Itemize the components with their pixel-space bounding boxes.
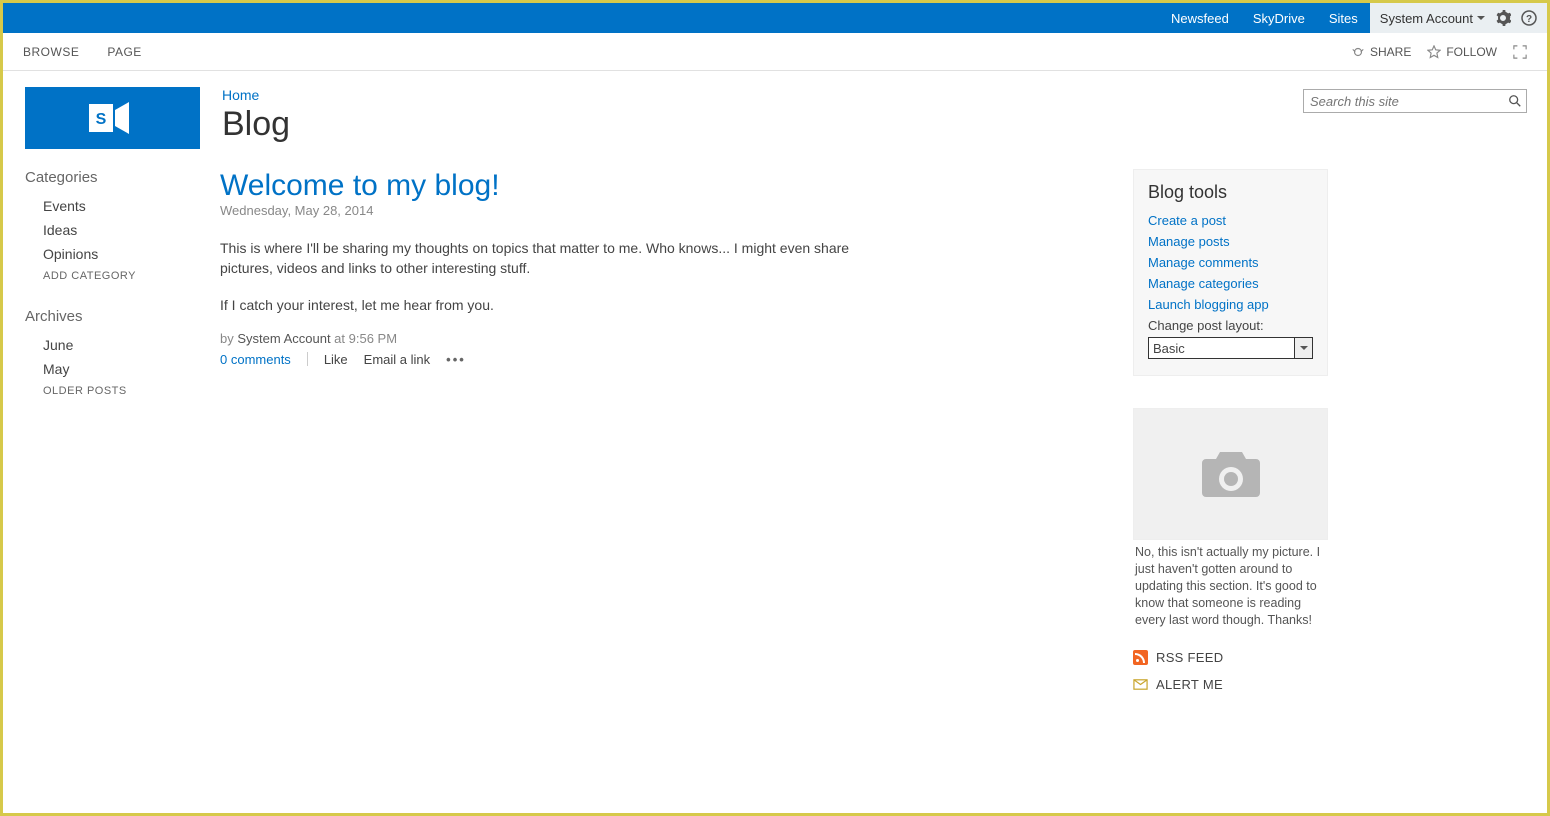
camera-icon (1196, 447, 1266, 502)
sharepoint-icon: S (89, 96, 137, 140)
gear-icon[interactable] (1495, 10, 1511, 26)
post-paragraph: This is where I'll be sharing my thought… (220, 238, 860, 279)
ribbon-actions: SHARE FOLLOW (1351, 45, 1527, 59)
star-icon (1427, 45, 1441, 59)
older-posts-button[interactable]: OLDER POSTS (25, 381, 200, 401)
by-label: by (220, 331, 237, 346)
post-time: 9:56 PM (349, 331, 397, 346)
alert-me-link[interactable]: ALERT ME (1133, 677, 1328, 692)
ribbon: BROWSE PAGE SHARE FOLLOW (3, 33, 1547, 71)
about-image-placeholder (1134, 409, 1327, 539)
suite-bar: Newsfeed SkyDrive Sites System Account ? (3, 3, 1547, 33)
layout-select[interactable]: Basic (1148, 337, 1313, 359)
chevron-down-icon (1300, 346, 1308, 350)
svg-text:S: S (95, 111, 106, 128)
alert-label: ALERT ME (1156, 677, 1223, 692)
ribbon-tab-page[interactable]: PAGE (107, 45, 141, 59)
content: Categories Events Ideas Opinions ADD CAT… (3, 149, 1547, 724)
about-text: No, this isn't actually my picture. I ju… (1133, 540, 1328, 628)
post-body: This is where I'll be sharing my thought… (220, 238, 860, 315)
layout-value: Basic (1153, 341, 1185, 356)
svg-text:?: ? (1526, 14, 1532, 25)
page-title: Blog (222, 105, 1303, 144)
follow-button[interactable]: FOLLOW (1427, 45, 1497, 59)
email-link-button[interactable]: Email a link (364, 352, 430, 367)
category-item[interactable]: Ideas (25, 218, 200, 242)
post-title[interactable]: Welcome to my blog! (220, 169, 500, 202)
user-name: System Account (1380, 11, 1473, 26)
separator (307, 352, 308, 366)
archives-header: Archives (25, 308, 200, 325)
launch-blogging-app-link[interactable]: Launch blogging app (1148, 297, 1269, 312)
suitebar-link-skydrive[interactable]: SkyDrive (1241, 3, 1317, 33)
archives-list: June May OLDER POSTS (25, 333, 200, 401)
blog-tools-panel: Blog tools Create a post Manage posts Ma… (1133, 169, 1328, 376)
create-post-link[interactable]: Create a post (1148, 213, 1226, 228)
help-icon[interactable]: ? (1521, 10, 1537, 26)
suitebar-link-sites[interactable]: Sites (1317, 3, 1370, 33)
follow-label: FOLLOW (1446, 45, 1497, 59)
caret-down-icon (1477, 16, 1485, 20)
search-input[interactable] (1310, 94, 1508, 109)
dropdown-button[interactable] (1294, 338, 1312, 358)
focus-icon (1513, 45, 1527, 59)
header: S Home Blog (3, 71, 1547, 149)
add-category-button[interactable]: ADD CATEGORY (25, 266, 200, 286)
about-panel (1133, 408, 1328, 540)
more-actions-button[interactable]: ••• (446, 352, 466, 367)
byline: by System Account at 9:56 PM (220, 331, 860, 346)
ribbon-tab-browse[interactable]: BROWSE (23, 45, 79, 59)
rss-icon (1133, 650, 1148, 665)
main-content: Welcome to my blog! Wednesday, May 28, 2… (220, 169, 860, 704)
breadcrumb[interactable]: Home (222, 87, 259, 103)
archive-item[interactable]: May (25, 357, 200, 381)
post-actions: 0 comments Like Email a link ••• (220, 352, 860, 367)
blog-tools-header: Blog tools (1148, 182, 1313, 203)
categories-list: Events Ideas Opinions ADD CATEGORY (25, 194, 200, 286)
author-link[interactable]: System Account (237, 331, 330, 346)
share-icon (1351, 45, 1365, 59)
envelope-icon (1133, 677, 1148, 692)
share-label: SHARE (1370, 45, 1411, 59)
layout-label: Change post layout: (1148, 318, 1313, 333)
at-label: at (331, 331, 349, 346)
post-paragraph: If I catch your interest, let me hear fr… (220, 295, 860, 315)
archive-item[interactable]: June (25, 333, 200, 357)
suitebar-link-newsfeed[interactable]: Newsfeed (1159, 3, 1241, 33)
focus-button[interactable] (1513, 45, 1527, 59)
search-box[interactable] (1303, 89, 1527, 113)
site-logo[interactable]: S (25, 87, 200, 149)
tool-links: Create a post Manage posts Manage commen… (1148, 213, 1313, 312)
categories-header: Categories (25, 169, 200, 186)
manage-comments-link[interactable]: Manage comments (1148, 255, 1259, 270)
feed-links: RSS FEED ALERT ME (1133, 650, 1328, 692)
search-icon[interactable] (1508, 94, 1522, 108)
post-date: Wednesday, May 28, 2014 (220, 203, 860, 218)
comments-link[interactable]: 0 comments (220, 352, 291, 367)
like-button[interactable]: Like (324, 352, 348, 367)
rss-feed-link[interactable]: RSS FEED (1133, 650, 1328, 665)
left-nav: Categories Events Ideas Opinions ADD CAT… (25, 169, 200, 704)
manage-posts-link[interactable]: Manage posts (1148, 234, 1230, 249)
sidebar: Blog tools Create a post Manage posts Ma… (1133, 169, 1328, 704)
category-item[interactable]: Opinions (25, 242, 200, 266)
rss-label: RSS FEED (1156, 650, 1223, 665)
category-item[interactable]: Events (25, 194, 200, 218)
user-panel: System Account ? (1370, 3, 1547, 33)
user-menu[interactable]: System Account (1380, 11, 1485, 26)
ribbon-tabs: BROWSE PAGE (23, 45, 142, 59)
title-block: Home Blog (222, 87, 1303, 144)
share-button[interactable]: SHARE (1351, 45, 1411, 59)
manage-categories-link[interactable]: Manage categories (1148, 276, 1259, 291)
